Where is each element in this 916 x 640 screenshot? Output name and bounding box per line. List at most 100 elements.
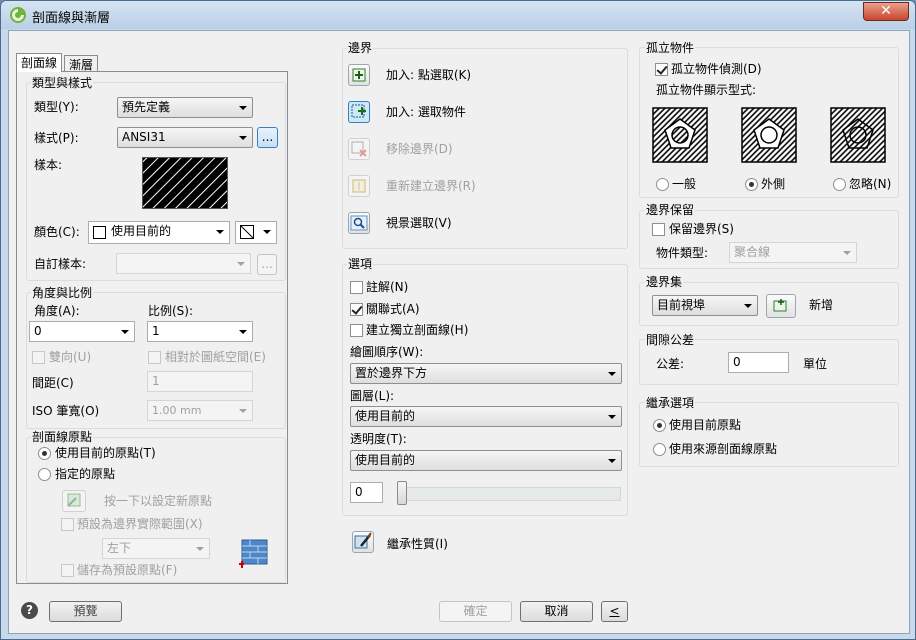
ok-button[interactable]: 確定 xyxy=(439,601,512,622)
transparency-slider-thumb[interactable] xyxy=(397,481,407,505)
tolerance-input[interactable]: 0 xyxy=(728,352,789,373)
type-select[interactable]: 預先定義 xyxy=(117,97,253,118)
background-color-select[interactable] xyxy=(235,221,277,244)
recreate-boundary-button[interactable] xyxy=(348,175,370,197)
new-boundary-set-button[interactable] xyxy=(766,294,796,318)
transparency-select[interactable]: 使用目前的 xyxy=(350,450,622,471)
new-set-icon xyxy=(773,299,787,312)
relative-paper-checkbox[interactable] xyxy=(148,351,161,364)
transparency-input[interactable]: 0 xyxy=(350,482,383,503)
tab-hatch[interactable]: 剖面線 xyxy=(16,53,63,72)
use-current-origin-inherit-radio[interactable] xyxy=(653,419,666,432)
inherit-properties-button[interactable] xyxy=(352,531,374,553)
chevron-down-icon xyxy=(237,262,245,266)
magnifier-icon xyxy=(350,215,368,231)
island-detection-checkbox[interactable] xyxy=(655,63,668,76)
use-current-origin-radio[interactable] xyxy=(38,447,51,460)
transparency-label: 透明度(T): xyxy=(350,432,407,446)
object-type-value: 聚合線 xyxy=(734,245,771,259)
no-fill-icon xyxy=(240,225,254,239)
chevron-down-icon xyxy=(608,415,616,419)
island-ignore-label: 忽略(N) xyxy=(849,177,892,191)
angle-select[interactable]: 0 xyxy=(29,321,135,342)
color-select[interactable]: 使用目前的 xyxy=(88,221,230,244)
remove-boundaries-label[interactable]: 移除邊界(D) xyxy=(386,141,453,157)
app-icon xyxy=(10,7,26,23)
tab-gradient[interactable]: 漸層 xyxy=(64,55,99,72)
angle-label: 角度(A): xyxy=(34,304,80,318)
draw-order-label: 繪圖順序(W): xyxy=(350,345,424,359)
options-legend: 選項 xyxy=(347,257,374,271)
chevron-down-icon xyxy=(263,230,271,234)
collapse-button[interactable]: < xyxy=(601,601,628,622)
island-normal-radio[interactable] xyxy=(656,178,669,191)
view-selections-button[interactable] xyxy=(348,212,370,234)
island-outer-label: 外側 xyxy=(761,177,786,191)
island-detection-label: 孤立物件偵測(D) xyxy=(671,62,762,76)
pattern-select[interactable]: ANSI31 xyxy=(117,127,253,148)
island-normal-icon[interactable] xyxy=(652,107,708,163)
island-ignore-radio[interactable] xyxy=(833,178,846,191)
cancel-button[interactable]: 取消 xyxy=(520,601,593,622)
add-select-objects-label[interactable]: 加入: 選取物件 xyxy=(386,104,466,120)
use-current-origin-inherit-label: 使用目前原點 xyxy=(669,418,742,432)
spacing-label: 間距(C) xyxy=(32,376,74,390)
object-type-select[interactable]: 聚合線 xyxy=(729,242,857,263)
pick-origin-button[interactable] xyxy=(62,490,86,512)
title-bar[interactable]: 剖面線與漸層 ✕ xyxy=(1,1,915,29)
draw-order-value: 置於邊界下方 xyxy=(355,366,428,380)
chevron-down-icon xyxy=(216,230,224,234)
island-outer-radio[interactable] xyxy=(745,178,758,191)
layer-select[interactable]: 使用目前的 xyxy=(350,406,622,427)
iso-pen-select[interactable]: 1.00 mm xyxy=(147,400,253,421)
angle-value: 0 xyxy=(34,324,42,338)
add-select-objects-button[interactable] xyxy=(348,101,370,123)
relative-paper-label: 相對於圖紙空間(E) xyxy=(165,350,266,364)
transparency-slider-track[interactable] xyxy=(397,487,621,501)
island-outer-icon[interactable] xyxy=(741,107,797,163)
origin-legend: 剖面線原點 xyxy=(31,430,94,444)
help-icon[interactable]: ? xyxy=(21,602,38,619)
preview-button[interactable]: 預覽 xyxy=(49,601,122,622)
select-objects-icon xyxy=(351,104,366,118)
use-source-origin-radio[interactable] xyxy=(653,443,666,456)
pick-points-icon xyxy=(352,68,366,82)
click-set-origin-label: 按一下以設定新原點 xyxy=(104,494,213,508)
spacing-input[interactable]: 1 xyxy=(147,371,253,392)
pattern-label: 樣式(P): xyxy=(34,131,79,145)
scale-select[interactable]: 1 xyxy=(147,321,253,342)
hatch-swatch[interactable] xyxy=(142,157,228,209)
custom-browse-button[interactable]: ... xyxy=(257,254,277,275)
separate-hatches-checkbox[interactable] xyxy=(350,324,363,337)
annotative-checkbox[interactable] xyxy=(350,281,363,294)
use-current-origin-label: 使用目前的原點(T) xyxy=(55,446,156,460)
custom-pattern-label: 自訂樣本: xyxy=(34,257,87,271)
origin-preview-icon xyxy=(239,539,268,568)
inherit-properties-label[interactable]: 繼承性質(I) xyxy=(387,536,448,552)
custom-pattern-select[interactable] xyxy=(116,253,251,274)
double-checkbox[interactable] xyxy=(32,351,45,364)
add-pick-points-label[interactable]: 加入: 點選取(K) xyxy=(386,67,471,83)
boundaries-legend: 邊界 xyxy=(347,41,374,55)
origin-position-select[interactable]: 左下 xyxy=(102,538,210,559)
inherit-options-legend: 繼承選項 xyxy=(645,396,696,410)
store-default-checkbox[interactable] xyxy=(61,564,74,577)
associative-checkbox[interactable] xyxy=(350,303,363,316)
retain-boundaries-checkbox[interactable] xyxy=(652,223,665,236)
new-boundary-set-label: 新增 xyxy=(809,298,834,312)
scale-label: 比例(S): xyxy=(148,304,194,318)
view-selections-label[interactable]: 視景選取(V) xyxy=(386,215,452,231)
iso-pen-label: ISO 筆寬(O) xyxy=(32,404,100,418)
origin-position-value: 左下 xyxy=(107,541,132,555)
draw-order-select[interactable]: 置於邊界下方 xyxy=(350,363,622,384)
boundary-set-select[interactable]: 目前視埠 xyxy=(652,295,758,316)
angle-scale-legend: 角度與比例 xyxy=(31,286,94,300)
pattern-browse-button[interactable]: ... xyxy=(257,127,278,148)
add-pick-points-button[interactable] xyxy=(348,64,370,86)
default-extents-checkbox[interactable] xyxy=(61,518,74,531)
island-ignore-icon[interactable] xyxy=(830,107,886,163)
close-button[interactable]: ✕ xyxy=(863,2,909,21)
recreate-boundary-label[interactable]: 重新建立邊界(R) xyxy=(386,178,476,194)
remove-boundaries-button[interactable] xyxy=(348,138,370,160)
specified-origin-radio[interactable] xyxy=(38,468,51,481)
